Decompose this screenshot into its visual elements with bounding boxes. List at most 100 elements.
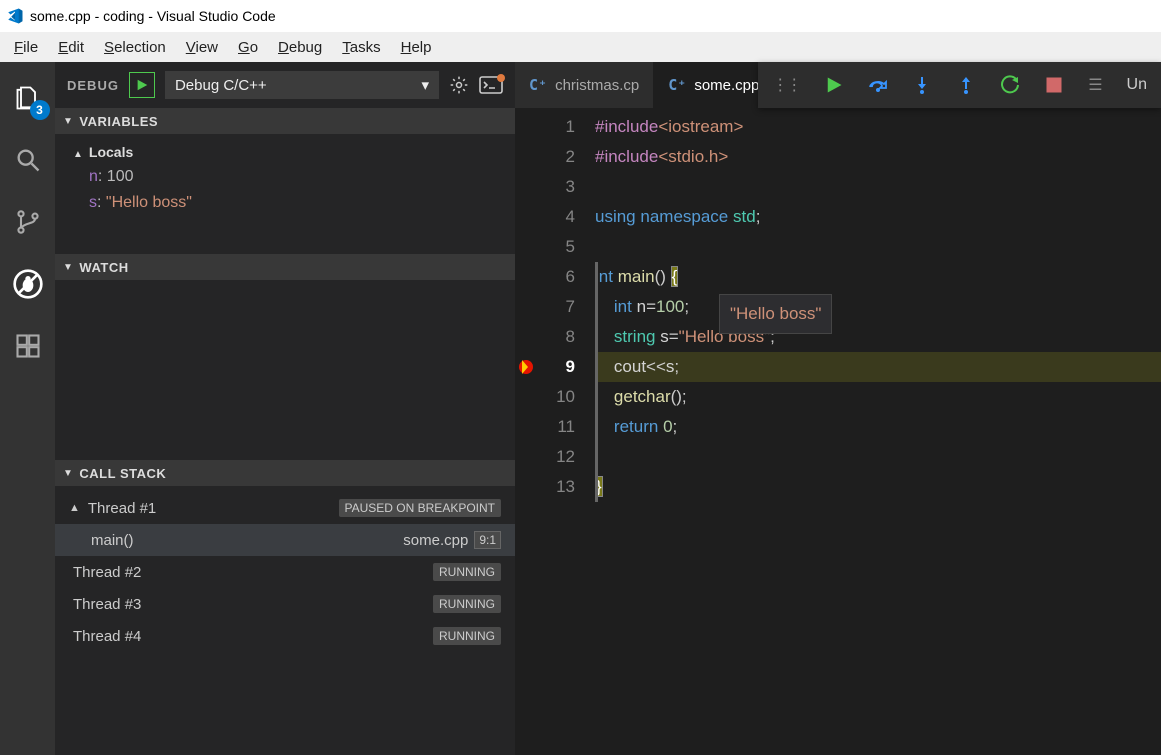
variables-title: VARIABLES <box>79 114 158 129</box>
branch-icon <box>14 208 42 236</box>
menu-go[interactable]: Go <box>228 36 268 59</box>
window-titlebar: some.cpp - coding - Visual Studio Code <box>0 0 1161 32</box>
debug-label: DEBUG <box>67 78 119 93</box>
tab-some[interactable]: C⁺ some.cpp <box>654 62 774 108</box>
tab-label: some.cpp <box>694 77 759 94</box>
activity-debug[interactable] <box>12 268 44 300</box>
callstack-title: CALL STACK <box>79 466 166 481</box>
stop-button[interactable] <box>1044 75 1064 95</box>
debug-hover-tooltip: "Hello boss" <box>719 294 832 334</box>
chevron-down-icon: ▲ <box>73 149 83 160</box>
frame-position: 9:1 <box>474 531 501 549</box>
tab-christmas[interactable]: C⁺ christmas.cp <box>515 62 654 108</box>
var-value: 100 <box>107 168 134 185</box>
restart-icon <box>1000 75 1020 95</box>
callstack-thread[interactable]: Thread #2 RUNNING <box>55 556 515 588</box>
menu-edit[interactable]: Edit <box>48 36 94 59</box>
thread-name: Thread #1 <box>88 500 156 517</box>
var-value: "Hello boss" <box>106 194 192 211</box>
vscode-icon <box>6 7 24 25</box>
variable-row[interactable]: n: 100 <box>55 164 515 190</box>
extensions-icon <box>14 332 42 360</box>
debug-config-label: Debug C/C++ <box>175 77 267 94</box>
activity-bar: 3 <box>0 62 55 755</box>
start-debug-button[interactable] <box>129 72 155 98</box>
gear-icon <box>449 75 469 95</box>
watch-title: WATCH <box>79 260 128 275</box>
callstack-section: ▼ CALL STACK ▲ Thread #1 PAUSED ON BREAKP… <box>55 460 515 658</box>
watch-section: ▼ WATCH <box>55 254 515 460</box>
menu-help[interactable]: Help <box>391 36 442 59</box>
thread-name: Thread #3 <box>73 596 141 613</box>
thread-name: Thread #2 <box>73 564 141 581</box>
step-into-button[interactable] <box>912 75 932 95</box>
thread-state: PAUSED ON BREAKPOINT <box>339 499 501 517</box>
step-out-button[interactable] <box>956 75 976 95</box>
locals-label: Locals <box>89 144 133 160</box>
window-title: some.cpp - coding - Visual Studio Code <box>30 8 276 24</box>
variables-section-header[interactable]: ▼ VARIABLES <box>55 108 515 134</box>
debug-toolbar[interactable]: ⋮⋮ ☰ Un <box>758 62 1161 108</box>
explorer-badge: 3 <box>30 100 50 120</box>
step-over-button[interactable] <box>868 75 888 95</box>
menu-tasks[interactable]: Tasks <box>332 36 390 59</box>
debug-sidebar: DEBUG Debug C/C++ ▾ ▼ VARIABLES <box>55 62 515 755</box>
menu-bar: File Edit Selection View Go Debug Tasks … <box>0 32 1161 62</box>
restart-button[interactable] <box>1000 75 1020 95</box>
debug-header: DEBUG Debug C/C++ ▾ <box>55 62 515 108</box>
variables-section: ▼ VARIABLES ▲ Locals n: 100 s: "Hello bos… <box>55 108 515 254</box>
menu-view[interactable]: View <box>176 36 228 59</box>
frame-file: some.cpp <box>403 532 468 549</box>
debug-console-button[interactable] <box>479 76 503 94</box>
activity-scm[interactable] <box>12 206 44 238</box>
callstack-thread[interactable]: Thread #3 RUNNING <box>55 588 515 620</box>
code-editor[interactable]: 12345678 9 10111213 #include<iostream> #… <box>515 108 1161 755</box>
callstack-section-header[interactable]: ▼ CALL STACK <box>55 460 515 486</box>
continue-button[interactable] <box>824 75 844 95</box>
play-icon <box>135 78 149 92</box>
thread-state: RUNNING <box>433 595 501 613</box>
toolbar-overflow-icon[interactable]: ☰ <box>1088 75 1102 95</box>
watch-section-header[interactable]: ▼ WATCH <box>55 254 515 280</box>
activity-search[interactable] <box>12 144 44 176</box>
chevron-down-icon: ▼ <box>63 116 73 127</box>
thread-state: RUNNING <box>433 627 501 645</box>
editor-area: C⁺ christmas.cp C⁺ some.cpp ⋮⋮ ☰ Un 1234… <box>515 62 1161 755</box>
var-name: s <box>89 194 97 211</box>
play-icon <box>824 75 844 95</box>
callstack-frame[interactable]: main() some.cpp 9:1 <box>55 524 515 556</box>
stop-icon <box>1044 75 1064 95</box>
step-into-icon <box>912 75 932 95</box>
thread-name: Thread #4 <box>73 628 141 645</box>
hover-value: "Hello boss" <box>730 304 821 323</box>
chevron-down-icon: ▼ <box>63 262 73 273</box>
drag-grip-icon[interactable]: ⋮⋮ <box>772 75 800 95</box>
frame-function: main() <box>91 532 134 549</box>
notification-dot-icon <box>497 74 505 82</box>
activity-extensions[interactable] <box>12 330 44 362</box>
tab-label: christmas.cp <box>555 77 639 94</box>
variable-row[interactable]: s: "Hello boss" <box>55 190 515 216</box>
toolbar-trunc-text: Un <box>1127 76 1147 94</box>
cpp-file-icon: C⁺ <box>668 76 686 94</box>
debug-config-select[interactable]: Debug C/C++ ▾ <box>165 71 439 99</box>
search-icon <box>14 146 42 174</box>
menu-debug[interactable]: Debug <box>268 36 332 59</box>
chevron-down-icon: ▼ <box>63 468 73 479</box>
no-bug-icon <box>12 267 44 301</box>
menu-file[interactable]: File <box>4 36 48 59</box>
code-body[interactable]: #include<iostream> #include<stdio.h> usi… <box>595 108 1161 755</box>
line-gutter: 12345678 9 10111213 <box>515 108 595 755</box>
callstack-thread[interactable]: Thread #4 RUNNING <box>55 620 515 652</box>
cpp-file-icon: C⁺ <box>529 76 547 94</box>
fold-guide <box>595 262 598 502</box>
callstack-thread[interactable]: ▲ Thread #1 PAUSED ON BREAKPOINT <box>55 492 515 524</box>
var-name: n <box>89 168 98 185</box>
debug-settings-button[interactable] <box>449 75 469 95</box>
activity-explorer[interactable]: 3 <box>12 82 44 114</box>
menu-selection[interactable]: Selection <box>94 36 176 59</box>
chevron-down-icon: ▲ <box>69 502 80 514</box>
dropdown-caret-icon: ▾ <box>421 76 429 94</box>
locals-scope[interactable]: ▲ Locals <box>55 140 515 164</box>
breakpoint-current-icon[interactable] <box>519 360 533 374</box>
